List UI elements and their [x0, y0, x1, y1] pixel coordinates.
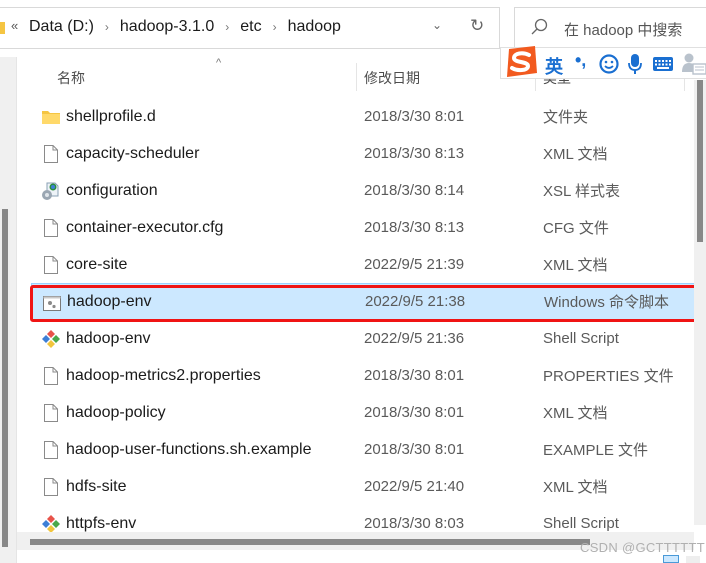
breadcrumb-overflow-button[interactable]: « [11, 18, 18, 33]
file-icon [41, 403, 61, 423]
file-type: CFG 文件 [543, 220, 609, 237]
file-icon [41, 218, 61, 238]
file-row[interactable]: hadoop-metrics2.properties 2018/3/30 8:01… [31, 357, 697, 394]
file-name: hadoop-env [67, 292, 152, 310]
file-icon [41, 144, 61, 164]
file-name: hadoop-policy [66, 403, 166, 421]
file-date: 2018/3/30 8:13 [364, 145, 465, 162]
file-icon [41, 366, 61, 386]
file-type: XSL 样式表 [543, 183, 620, 200]
search-input[interactable]: 在 hadoop 中搜索 [514, 7, 706, 49]
file-row[interactable]: capacity-scheduler 2018/3/30 8:13 XML 文档 [31, 135, 697, 172]
file-row[interactable]: hadoop-env 2022/9/5 21:36 Shell Script [31, 320, 697, 357]
file-row[interactable]: container-executor.cfg 2018/3/30 8:13 CFG … [31, 209, 697, 246]
file-type: XML 文档 [543, 479, 608, 496]
horizontal-scrollbar-thumb[interactable] [30, 539, 590, 545]
column-header-name[interactable]: 名称 [57, 68, 85, 88]
file-type: PROPERTIES 文件 [543, 368, 674, 385]
search-placeholder: 在 hadoop 中搜索 [564, 22, 683, 39]
address-bar[interactable]: « Data (D:) › hadoop-3.1.0 › etc › hadoo… [0, 7, 500, 49]
chevron-right-icon[interactable]: › [105, 20, 109, 34]
chevron-right-icon[interactable]: › [225, 20, 229, 34]
vertical-scrollbar-thumb[interactable] [697, 80, 703, 242]
file-name: httpfs-env [66, 514, 137, 532]
file-row[interactable]: hadoop-policy 2018/3/30 8:01 XML 文档 [31, 394, 697, 431]
file-type: Shell Script [543, 515, 619, 532]
file-name: hadoop-env [66, 329, 151, 347]
microphone-icon[interactable] [627, 53, 643, 75]
breadcrumb: Data (D:) › hadoop-3.1.0 › etc › hadoop [29, 18, 341, 36]
file-row[interactable]: core-site 2022/9/5 21:39 XML 文档 [31, 246, 697, 283]
folder-icon [0, 22, 5, 34]
file-name: core-site [66, 255, 128, 273]
column-divider[interactable] [356, 63, 357, 91]
file-icon [41, 477, 61, 497]
file-icon [41, 440, 61, 460]
breadcrumb-item-drive[interactable]: Data (D:) [29, 18, 94, 36]
file-date: 2018/3/30 8:01 [364, 404, 465, 421]
vertical-scrollbar[interactable] [694, 80, 706, 525]
file-type: XML 文档 [543, 405, 608, 422]
xsl-file-icon [41, 181, 61, 201]
file-name: hadoop-user-functions.sh.example [66, 440, 312, 458]
file-date: 2018/3/30 8:13 [364, 219, 465, 236]
file-type: Shell Script [543, 330, 619, 347]
file-date: 2022/9/5 21:36 [364, 330, 465, 347]
file-name: capacity-scheduler [66, 144, 200, 162]
file-date: 2018/3/30 8:01 [364, 441, 465, 458]
breadcrumb-item-etc[interactable]: etc [240, 18, 261, 36]
file-type: 文件夹 [543, 109, 589, 126]
sort-ascending-icon: ^ [216, 57, 222, 69]
search-icon [531, 18, 548, 35]
sogou-logo-icon[interactable] [503, 45, 539, 79]
ime-language-toggle[interactable]: 英 [545, 53, 563, 79]
cmd-script-icon [42, 293, 62, 313]
file-name: container-executor.cfg [66, 218, 224, 236]
file-date: 2022/9/5 21:38 [365, 293, 466, 310]
file-row[interactable]: configuration 2018/3/30 8:14 XSL 样式表 [31, 172, 697, 209]
file-name: shellprofile.d [66, 107, 156, 125]
folder-icon [41, 107, 61, 127]
file-icon [41, 255, 61, 275]
file-date: 2018/3/30 8:14 [364, 182, 465, 199]
file-list: shellprofile.d 2018/3/30 8:01 文件夹 capacity-… [31, 98, 697, 542]
file-row[interactable]: shellprofile.d 2018/3/30 8:01 文件夹 [31, 98, 697, 135]
file-type: XML 文档 [543, 257, 608, 274]
chevron-right-icon[interactable]: › [273, 20, 277, 34]
file-date: 2018/3/30 8:01 [364, 367, 465, 384]
user-settings-icon[interactable] [681, 52, 706, 76]
ime-toolbar: 英 •, [500, 45, 706, 79]
file-date: 2022/9/5 21:39 [364, 256, 465, 273]
nav-pane-scrollbar[interactable] [2, 209, 8, 547]
navigation-pane [0, 57, 16, 563]
file-row[interactable]: hadoop-env 2022/9/5 21:38 Windows 命令脚本 [31, 283, 697, 320]
file-name: configuration [66, 181, 158, 199]
details-view-button[interactable] [663, 555, 679, 563]
watermark: CSDN @GCTTTTTT [580, 540, 705, 555]
breadcrumb-item-hadoop[interactable]: hadoop [288, 18, 341, 36]
file-type: Windows 命令脚本 [544, 294, 670, 311]
file-date: 2018/3/30 8:03 [364, 515, 465, 532]
emoji-icon[interactable] [599, 54, 619, 74]
file-row[interactable]: hadoop-user-functions.sh.example 2018/3/3… [31, 431, 697, 468]
shell-script-icon [41, 514, 61, 534]
shell-script-icon [41, 329, 61, 349]
file-type: EXAMPLE 文件 [543, 442, 649, 459]
file-row[interactable]: hdfs-site 2022/9/5 21:40 XML 文档 [31, 468, 697, 505]
large-icons-view-button[interactable] [686, 556, 700, 563]
refresh-icon[interactable]: ↻ [470, 16, 484, 36]
chevron-down-icon[interactable]: ⌄ [432, 18, 442, 32]
file-name: hdfs-site [66, 477, 127, 495]
keyboard-icon[interactable] [652, 56, 674, 72]
file-name: hadoop-metrics2.properties [66, 366, 261, 384]
breadcrumb-item-hadoop-3-1-0[interactable]: hadoop-3.1.0 [120, 18, 214, 36]
pane-divider[interactable] [16, 57, 17, 563]
column-header-date[interactable]: 修改日期 [364, 68, 420, 88]
file-date: 2022/9/5 21:40 [364, 478, 465, 495]
file-date: 2018/3/30 8:01 [364, 108, 465, 125]
file-type: XML 文档 [543, 146, 608, 163]
ime-punctuation-toggle[interactable]: •, [575, 50, 586, 71]
